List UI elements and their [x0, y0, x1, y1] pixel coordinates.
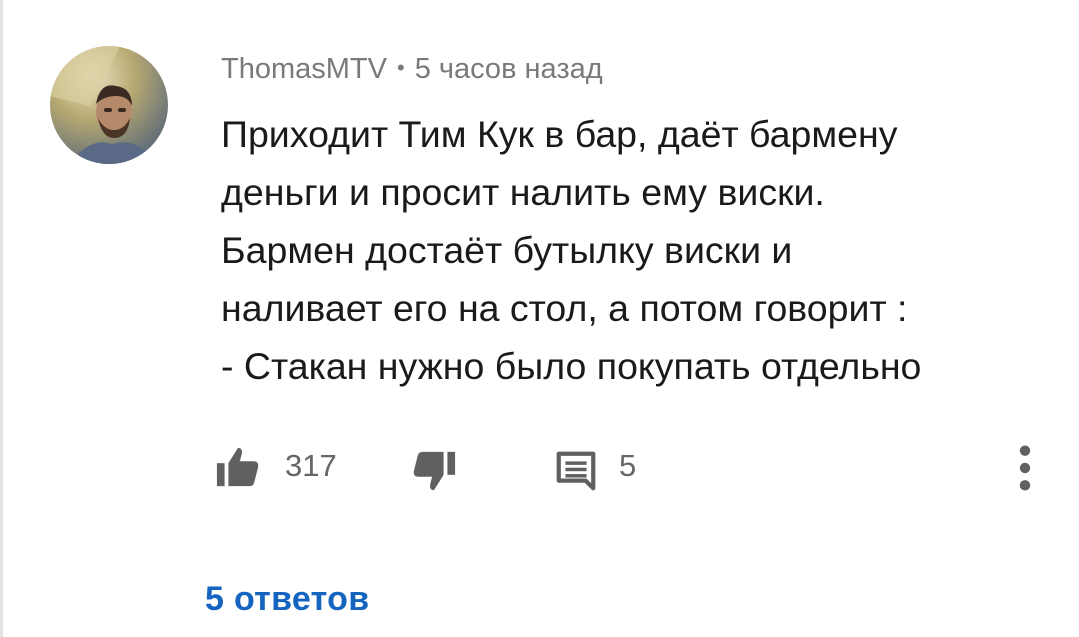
author-name[interactable]: ThomasMTV [221, 53, 387, 85]
comment-line: Бармен достаёт бутылку виски и [221, 229, 793, 271]
thumbs-down-icon[interactable] [411, 448, 457, 494]
avatar[interactable] [50, 46, 168, 164]
thumbs-up-icon[interactable] [215, 444, 261, 490]
comment-line: - Стакан нужно было покупать отдельно [221, 345, 922, 387]
left-divider [0, 0, 3, 637]
more-vertical-icon[interactable] [1015, 442, 1035, 494]
comment-line: Приходит Тим Кук в бар, даёт бармену [221, 113, 898, 155]
avatar-image [50, 46, 168, 164]
comment-actions: 317 5 [215, 440, 1065, 496]
comment-header: ThomasMTV • 5 часов назад [221, 50, 603, 87]
comment-line: деньги и просит налить ему виски. [221, 171, 825, 213]
separator-dot: • [396, 55, 405, 80]
view-replies-link[interactable]: 5 ответов [205, 578, 369, 620]
comment-timestamp[interactable]: 5 часов назад [415, 53, 603, 85]
comment-line: наливает его на стол, а потом говорит : [221, 287, 908, 329]
reply-count: 5 [619, 448, 637, 483]
reply-icon[interactable] [553, 448, 599, 494]
comment-text: Приходит Тим Кук в бар, даёт бармену ден… [221, 105, 1061, 395]
like-count: 317 [285, 448, 337, 483]
